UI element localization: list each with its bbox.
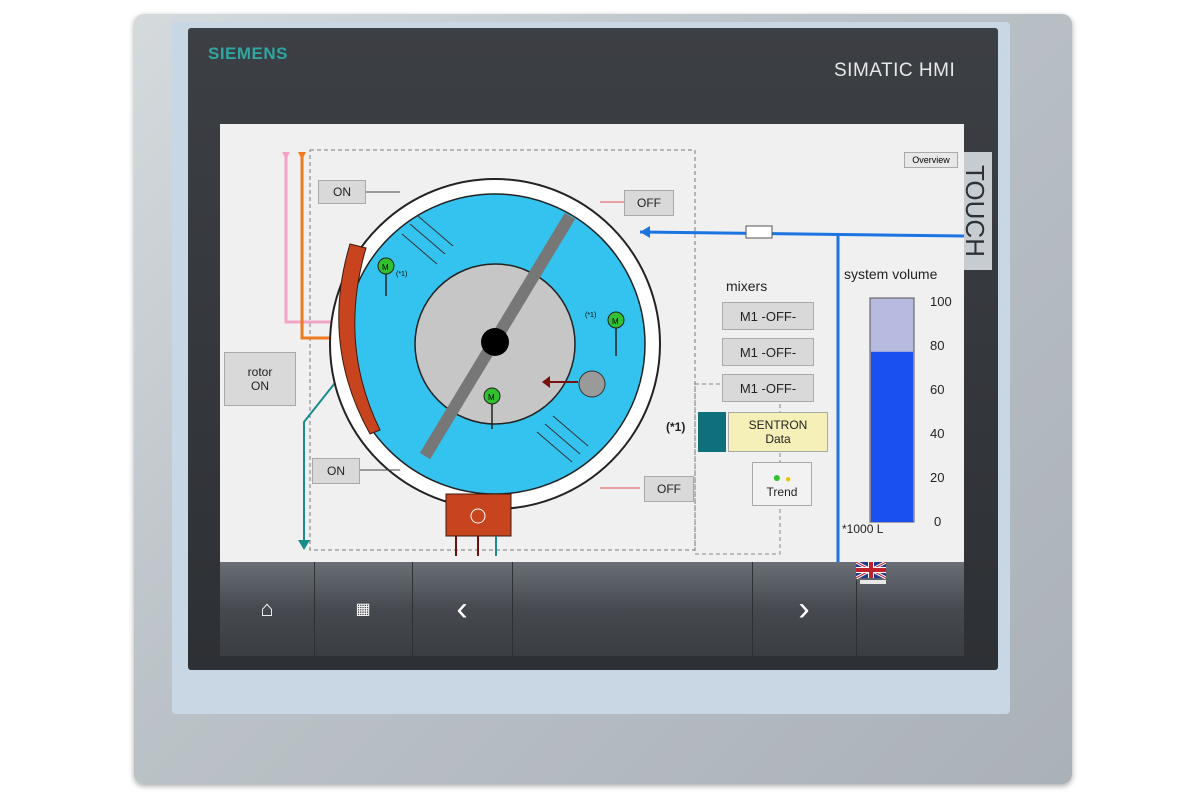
bottom-outlet xyxy=(445,493,512,537)
tick-80: 80 xyxy=(930,338,945,353)
off-button-bottom[interactable]: OFF xyxy=(644,476,694,502)
sentron-line2: Data xyxy=(765,432,791,446)
on-button-top[interactable]: ON xyxy=(318,180,366,204)
tick-40: 40 xyxy=(930,426,945,441)
tick-20: 20 xyxy=(930,470,945,485)
sensor-gauge xyxy=(578,370,606,398)
back-button[interactable]: ‹ xyxy=(412,562,513,656)
brand-logo: SIEMENS xyxy=(208,44,289,63)
mixer-button-2[interactable]: M1 -OFF- xyxy=(722,338,814,366)
grid-icon: ▦ xyxy=(355,601,371,618)
chevron-left-icon: ‹ xyxy=(456,589,468,628)
mixers-title: mixers xyxy=(726,278,768,294)
mixer-button-3[interactable]: M1 -OFF- xyxy=(722,374,814,402)
trend-label: Trend xyxy=(766,485,798,499)
home-icon: ⌂ xyxy=(260,596,274,621)
forward-button[interactable]: › xyxy=(752,562,857,656)
svg-text:M: M xyxy=(612,317,619,326)
sentron-line1: SENTRON xyxy=(748,418,808,432)
svg-text:M: M xyxy=(488,393,495,402)
sentron-device xyxy=(698,412,726,452)
menu-button[interactable]: ▦ xyxy=(314,562,413,656)
uk-flag-icon xyxy=(856,562,886,584)
mixer-button-1[interactable]: M1 -OFF- xyxy=(722,302,814,330)
off-button-top[interactable]: OFF xyxy=(624,190,674,216)
footnote-marker: (*1) xyxy=(666,420,686,434)
on-button-bottom[interactable]: ON xyxy=(312,458,360,484)
language-button[interactable] xyxy=(856,562,964,656)
tick-60: 60 xyxy=(930,382,945,397)
product-name: SIMATIC HMI xyxy=(834,60,956,81)
hmi-screen: M (*1) M (*1) M Overview ON OFF rotor ON… xyxy=(220,124,964,656)
tick-0: 0 xyxy=(934,514,942,529)
home-button[interactable]: ⌂ xyxy=(220,562,315,656)
svg-text:(*1): (*1) xyxy=(585,312,596,319)
overview-button[interactable]: Overview xyxy=(904,152,958,168)
svg-text:(*1): (*1) xyxy=(396,271,407,278)
rotor-button[interactable]: rotor ON xyxy=(224,352,296,406)
trend-indicator-icon: ● ● xyxy=(772,469,792,485)
rotor-hub xyxy=(481,328,509,356)
volume-unit: *1000 L xyxy=(842,522,884,536)
trend-button[interactable]: ● ● Trend xyxy=(752,462,812,506)
nav-spacer xyxy=(512,562,753,656)
volume-bar-fill xyxy=(871,351,913,522)
tick-100: 100 xyxy=(930,294,952,309)
supply-pipe xyxy=(639,230,964,238)
valve xyxy=(745,225,773,239)
system-volume-title: system volume xyxy=(844,266,938,282)
svg-text:M: M xyxy=(382,263,389,272)
sentron-data-button[interactable]: SENTRON Data xyxy=(728,412,828,452)
chevron-right-icon: › xyxy=(798,589,810,628)
